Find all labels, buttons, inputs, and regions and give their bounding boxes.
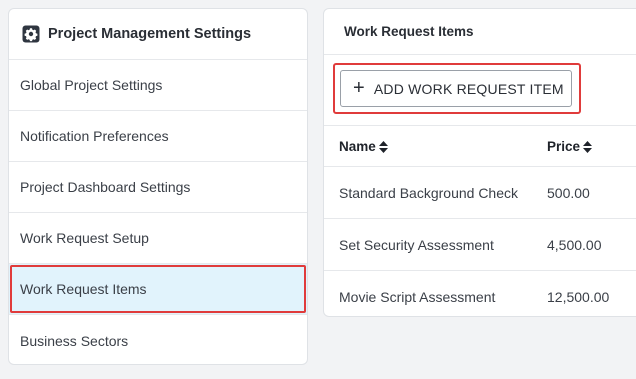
cell-name: Standard Background Check xyxy=(324,166,547,219)
column-header-name[interactable]: Name xyxy=(324,125,547,167)
sidebar-title: Project Management Settings xyxy=(48,26,252,42)
panel-toolbar: + ADD WORK REQUEST ITEM xyxy=(324,55,636,125)
cell-price: 500.00 xyxy=(547,166,636,219)
table-row[interactable]: Movie Script Assessment 12,500.00 xyxy=(324,271,636,317)
plus-icon: + xyxy=(353,76,365,99)
cell-name: Set Security Assessment xyxy=(324,218,547,271)
panel-title: Work Request Items xyxy=(324,9,636,55)
sidebar-item-project-dashboard-settings[interactable]: Project Dashboard Settings xyxy=(9,162,307,213)
work-request-items-table: Name Price Standard Background Check 500… xyxy=(324,125,636,317)
table-header-row: Name Price xyxy=(324,125,636,167)
table-row[interactable]: Set Security Assessment 4,500.00 xyxy=(324,218,636,271)
sidebar-item-work-request-items[interactable]: Work Request Items xyxy=(9,264,307,315)
add-work-request-item-button[interactable]: + ADD WORK REQUEST ITEM xyxy=(340,70,572,107)
sort-icon xyxy=(583,140,593,153)
work-request-items-panel: Work Request Items + ADD WORK REQUEST IT… xyxy=(323,8,636,317)
column-header-price[interactable]: Price xyxy=(547,125,636,167)
gear-icon xyxy=(21,24,41,44)
cell-name: Movie Script Assessment xyxy=(339,288,496,305)
cell-price: 12,500.00 xyxy=(547,288,610,305)
add-button-label: ADD WORK REQUEST ITEM xyxy=(373,80,564,97)
sidebar-item-notification-preferences[interactable]: Notification Preferences xyxy=(9,111,307,162)
column-header-name-label: Name xyxy=(339,138,376,154)
column-header-price-label: Price xyxy=(547,138,581,154)
settings-sidebar: Project Management Settings Global Proje… xyxy=(8,8,308,365)
table-row[interactable]: Standard Background Check 500.00 xyxy=(324,166,636,219)
sidebar-item-global-project-settings[interactable]: Global Project Settings xyxy=(9,60,307,111)
sort-icon xyxy=(378,140,388,153)
sidebar-item-work-request-setup[interactable]: Work Request Setup xyxy=(9,213,307,264)
sidebar-header: Project Management Settings xyxy=(9,9,307,60)
cell-price: 4,500.00 xyxy=(547,218,636,271)
sidebar-item-business-sectors[interactable]: Business Sectors xyxy=(9,315,307,364)
